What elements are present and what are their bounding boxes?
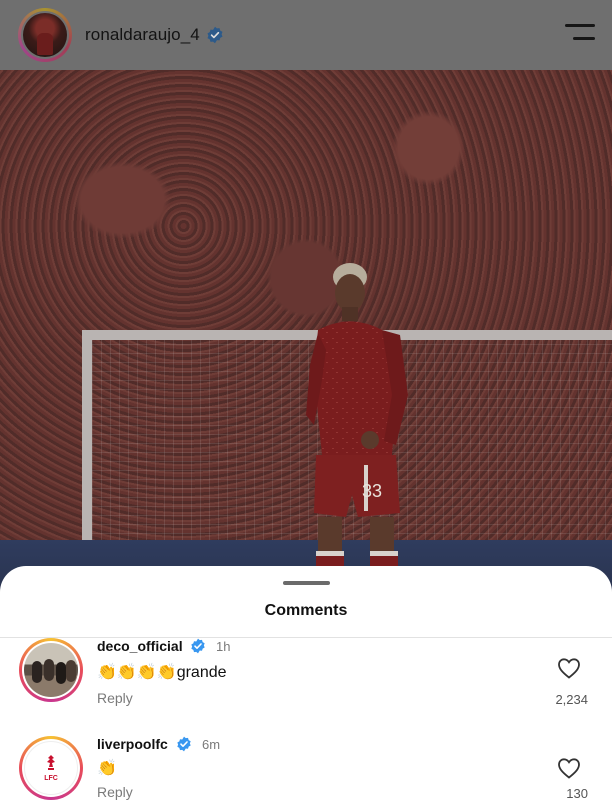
lfc-avatar-text: LFC <box>44 775 58 782</box>
reply-button[interactable]: Reply <box>97 690 133 706</box>
verified-badge-icon <box>177 736 191 752</box>
profile-avatar[interactable] <box>18 8 72 62</box>
comment-item: deco_official 1h 👏👏👏👏grande Reply 2,234 <box>0 638 612 738</box>
comment-time: 6m <box>202 737 221 752</box>
comment-text: 👏👏👏👏grande <box>97 664 227 681</box>
hamburger-menu-icon[interactable] <box>565 22 595 42</box>
like-count: 2,234 <box>555 692 588 707</box>
avatar-image <box>23 13 67 57</box>
comment-username[interactable]: liverpoolfc <box>97 736 168 752</box>
player-figure: 33 <box>306 263 408 590</box>
jersey-number: 33 <box>362 481 382 501</box>
comment-text: 👏 <box>97 760 117 777</box>
sheet-drag-handle[interactable] <box>283 581 330 585</box>
comments-title: Comments <box>264 602 348 619</box>
post-header: ronaldaraujo_4 <box>0 0 612 70</box>
heart-like-icon[interactable] <box>557 757 581 779</box>
commenter-avatar[interactable]: LFC <box>19 736 83 800</box>
reply-button[interactable]: Reply <box>97 784 133 800</box>
avatar-image <box>24 643 78 697</box>
post-photo[interactable]: 33 <box>0 70 612 590</box>
comment-item: LFC liverpoolfc 6m 👏 Reply 130 <box>0 736 612 800</box>
comments-sheet: Comments deco_official 1h 👏👏👏👏grande Rep… <box>0 566 612 800</box>
liverbird-icon <box>47 755 55 770</box>
verified-badge-icon <box>191 638 205 654</box>
verified-badge-icon <box>207 26 223 44</box>
like-count: 130 <box>566 786 588 800</box>
comment-username[interactable]: deco_official <box>97 638 183 654</box>
heart-like-icon[interactable] <box>557 657 581 679</box>
commenter-avatar[interactable] <box>19 638 83 702</box>
profile-username[interactable]: ronaldaraujo_4 <box>85 25 200 45</box>
lfc-crest-avatar: LFC <box>24 741 78 795</box>
instagram-post-screen: ronaldaraujo_4 33 Comments deco_official… <box>0 0 612 800</box>
comment-time: 1h <box>216 639 231 654</box>
